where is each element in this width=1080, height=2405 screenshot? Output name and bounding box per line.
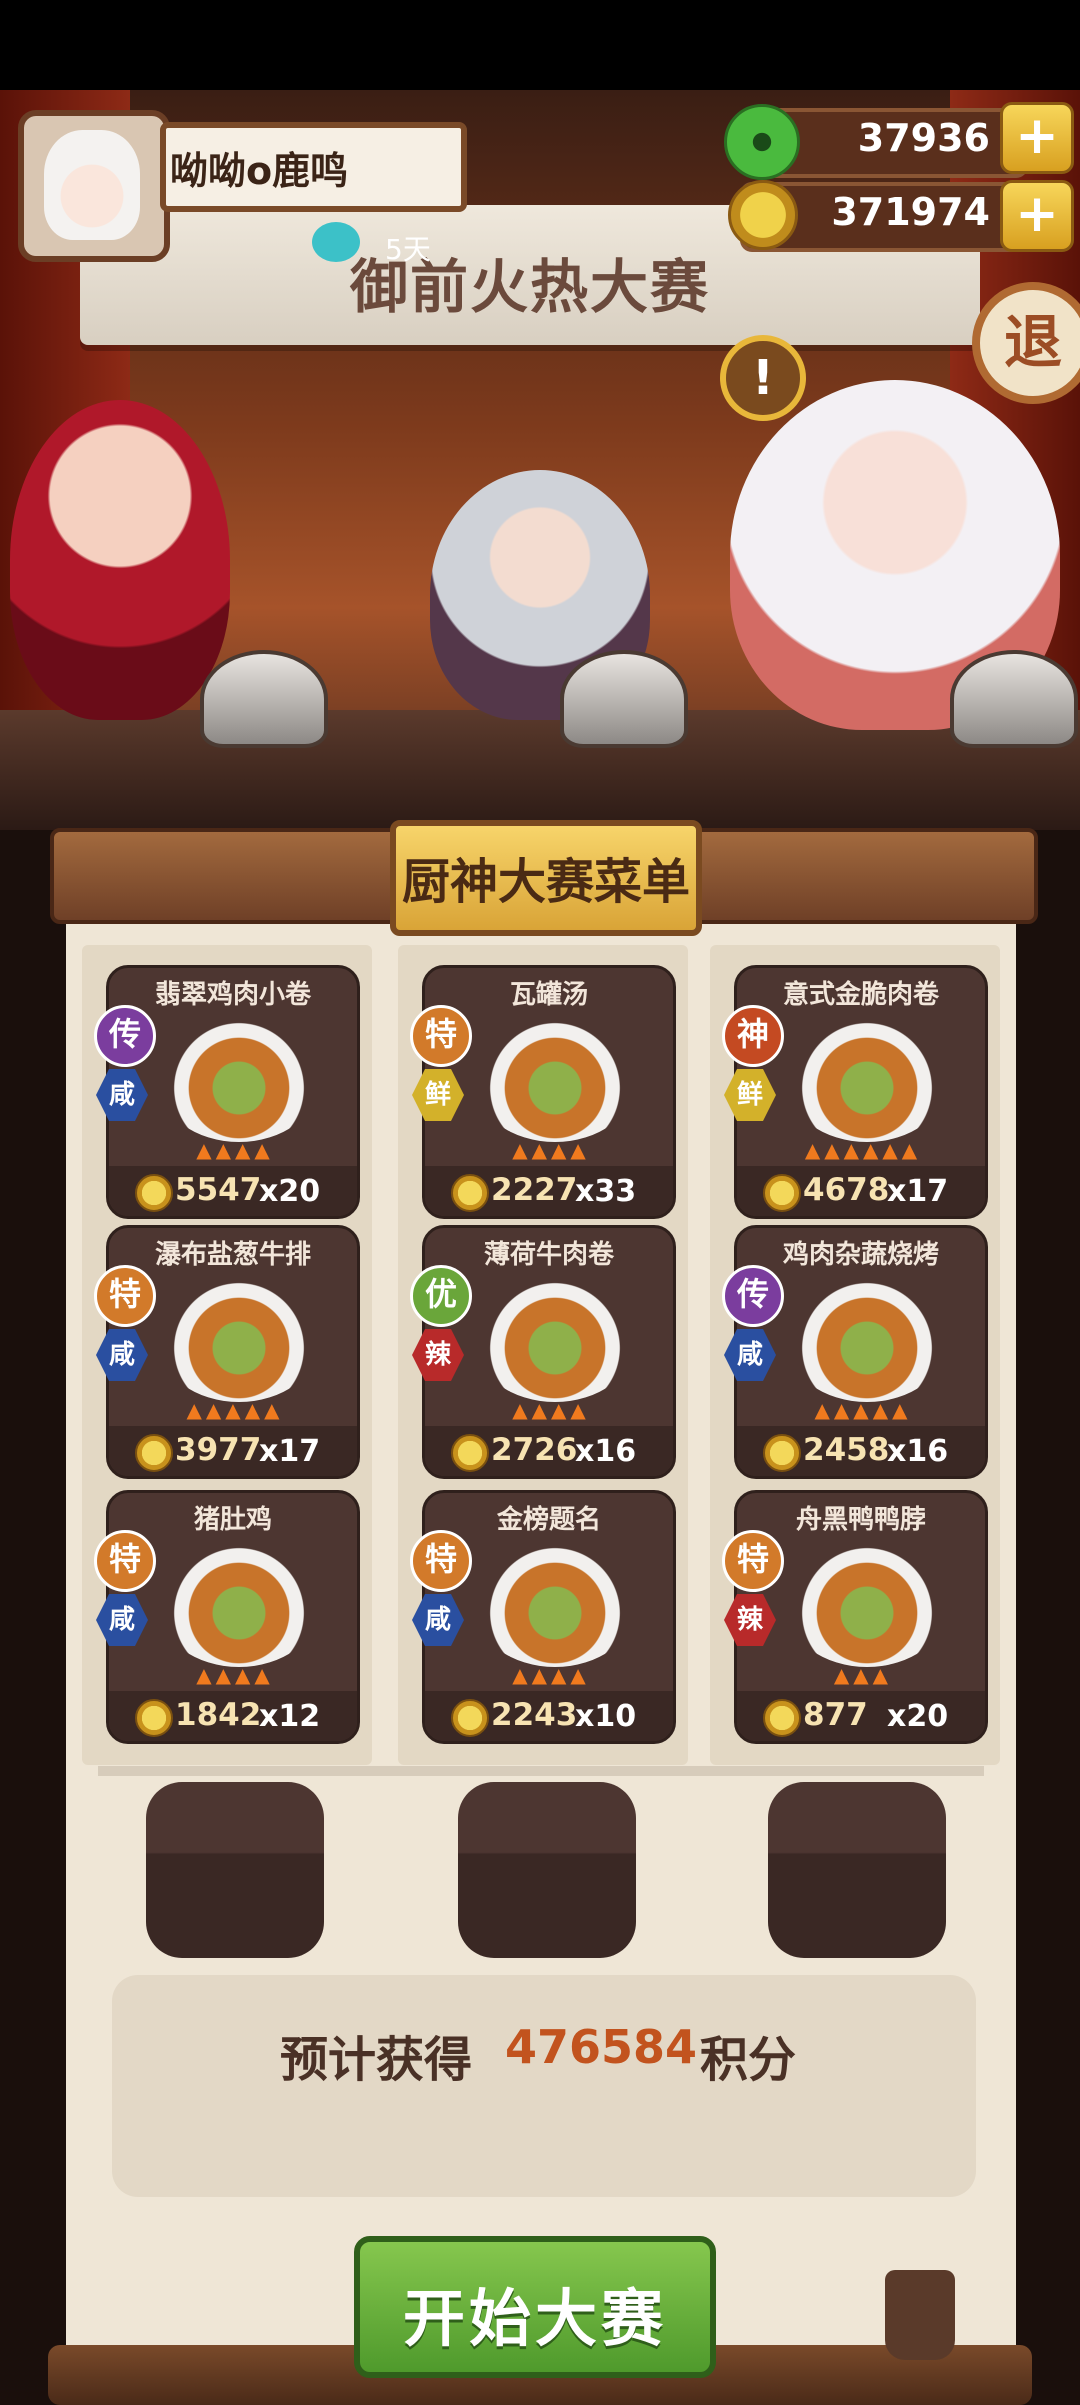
- heat-flames-icon: ▲▲▲▲: [512, 1663, 590, 1687]
- divider: [98, 1766, 984, 1776]
- dish-value: 2458: [803, 1432, 890, 1468]
- dish-slot[interactable]: [458, 1782, 636, 1958]
- player-avatar[interactable]: [18, 110, 170, 262]
- dish-count: x16: [575, 1434, 637, 1469]
- dish-value: 2726: [491, 1432, 578, 1468]
- dish-slot[interactable]: [146, 1782, 324, 1958]
- calendar-icon: [312, 222, 360, 262]
- dish-count: x16: [887, 1434, 949, 1469]
- dish-value: 877: [803, 1697, 868, 1733]
- dish-image-icon: [159, 1282, 319, 1402]
- quality-badge: 特: [722, 1530, 784, 1592]
- heat-flames-icon: ▲▲▲▲: [512, 1138, 590, 1162]
- dish-value: 1842: [175, 1697, 262, 1733]
- dish-image-icon: [475, 1547, 635, 1667]
- add-coins-button[interactable]: +: [1000, 180, 1074, 252]
- heat-flames-icon: ▲▲▲▲▲▲: [804, 1138, 922, 1162]
- dish-name: 翡翠鸡肉小卷: [154, 980, 311, 1010]
- estimate-box: [112, 1975, 976, 2197]
- quality-badge: 神: [722, 1005, 784, 1067]
- dish-name: 鸡肉杂蔬烧烤: [782, 1240, 939, 1270]
- judge-character-left: [10, 400, 230, 720]
- coin-icon: [763, 1699, 801, 1737]
- dish-image-icon: [787, 1282, 947, 1402]
- dish-value: 3977: [175, 1432, 262, 1468]
- heat-flames-icon: ▲▲▲: [833, 1663, 893, 1687]
- status-bar: [0, 0, 1080, 90]
- player-name: 呦呦o鹿鸣: [170, 149, 349, 193]
- add-jade-button[interactable]: +: [1000, 102, 1074, 174]
- quality-badge: 特: [410, 1005, 472, 1067]
- dish-count: x17: [259, 1434, 321, 1469]
- dish-name: 瓦罐汤: [509, 980, 588, 1010]
- dish-name: 薄荷牛肉卷: [483, 1240, 614, 1270]
- quality-badge: 传: [722, 1265, 784, 1327]
- dish-count: x17: [887, 1174, 949, 1209]
- dish-count: x12: [259, 1699, 321, 1734]
- coin-icon: [451, 1699, 489, 1737]
- menu-title: 厨神大赛菜单: [401, 854, 690, 910]
- dish-value: 5547: [175, 1172, 262, 1208]
- dish-value: 2227: [491, 1172, 578, 1208]
- dish-count: x33: [575, 1174, 637, 1209]
- heat-flames-icon: ▲▲▲▲: [512, 1398, 590, 1422]
- heat-flames-icon: ▲▲▲▲: [196, 1663, 274, 1687]
- estimate-label: 预计获得: [280, 2032, 473, 2088]
- avatar-portrait: [44, 130, 140, 240]
- dish-count: x10: [575, 1699, 637, 1734]
- dish-count: x20: [887, 1699, 949, 1734]
- heat-flames-icon: ▲▲▲▲▲: [814, 1398, 912, 1422]
- dish-name: 舟黑鸭鸭脖: [795, 1505, 926, 1535]
- dish-value: 2243: [491, 1697, 578, 1733]
- dish-image-icon: [159, 1022, 319, 1142]
- cooking-pot-icon: [950, 650, 1078, 748]
- dish-name: 猪肚鸡: [193, 1505, 272, 1535]
- login-days: 5天: [385, 233, 431, 266]
- coin-icon: [135, 1174, 173, 1212]
- coin-icon: [135, 1699, 173, 1737]
- estimate-unit: 积分: [700, 2032, 797, 2088]
- quality-badge: 优: [410, 1265, 472, 1327]
- dish-name: 瀑布盐葱牛排: [154, 1240, 311, 1270]
- cooking-pot-icon: [200, 650, 328, 748]
- coin-icon: [763, 1434, 801, 1472]
- quality-badge: 特: [94, 1265, 156, 1327]
- coin-icon: [135, 1434, 173, 1472]
- dish-image-icon: [475, 1022, 635, 1142]
- dish-name: 意式金脆肉卷: [782, 980, 939, 1010]
- dish-image-icon: [787, 1022, 947, 1142]
- coin-icon: [451, 1174, 489, 1212]
- dish-image-icon: [159, 1547, 319, 1667]
- coin-icon: [763, 1174, 801, 1212]
- coin-amount: 371974: [831, 190, 990, 234]
- brush-pot-icon: [885, 2270, 955, 2360]
- estimate-value: 476584: [505, 2020, 698, 2074]
- heat-flames-icon: ▲▲▲▲▲: [186, 1398, 284, 1422]
- quality-badge: 传: [94, 1005, 156, 1067]
- start-contest-label[interactable]: 开始大赛: [354, 2268, 716, 2358]
- quality-badge: 特: [410, 1530, 472, 1592]
- event-title: 御前火热大赛: [349, 253, 710, 321]
- dish-image-icon: [475, 1282, 635, 1402]
- dish-name: 金榜题名: [496, 1505, 601, 1535]
- cooking-pot-icon: [560, 650, 688, 748]
- dish-image-icon: [787, 1547, 947, 1667]
- quality-badge: 特: [94, 1530, 156, 1592]
- dish-slot[interactable]: [768, 1782, 946, 1958]
- coin-icon: [451, 1434, 489, 1472]
- alert-icon[interactable]: !: [720, 335, 806, 421]
- jade-amount: 37936: [857, 116, 990, 160]
- heat-flames-icon: ▲▲▲▲: [196, 1138, 274, 1162]
- dish-count: x20: [259, 1174, 321, 1209]
- dish-value: 4678: [803, 1172, 890, 1208]
